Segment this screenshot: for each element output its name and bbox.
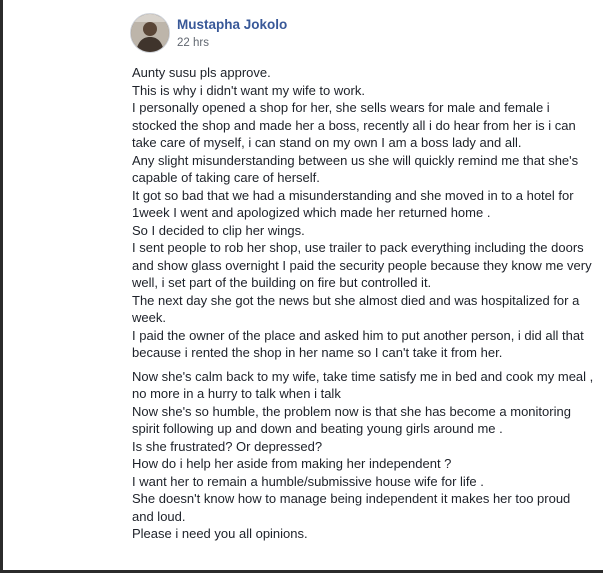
post-line: She doesn't know how to manage being ind… [132, 491, 571, 524]
post-header: Mustapha Jokolo 22 hrs [130, 13, 287, 59]
post-line: Now she's calm back to my wife, take tim… [132, 368, 594, 402]
post-line: This is why i didn't want my wife to wor… [132, 82, 365, 98]
post-line: I want her to remain a humble/submissive… [132, 473, 484, 489]
post-meta: Mustapha Jokolo 22 hrs [177, 13, 287, 51]
post-line: It got so bad that we had a misunderstan… [132, 187, 574, 221]
post-line: So I decided to clip her wings. [132, 222, 305, 238]
author-name[interactable]: Mustapha Jokolo [177, 16, 287, 33]
post-line: Any slight misunderstanding between us s… [132, 152, 579, 186]
post-line: I paid the owner of the place and asked … [132, 327, 584, 361]
profile-photo-icon [131, 14, 169, 52]
post-line: Now she's so humble, the problem now is … [132, 403, 571, 437]
post-line: Is she frustrated? Or depressed? [132, 438, 323, 454]
post-timestamp[interactable]: 22 hrs [177, 36, 287, 51]
avatar[interactable] [130, 13, 170, 53]
facebook-post: Mustapha Jokolo 22 hrs Aunty susu pls ap… [3, 0, 603, 570]
post-line: I sent people to rob her shop, use trail… [132, 240, 592, 290]
post-line: Please i need you all opinions. [132, 526, 308, 541]
post-body: Aunty susu pls approve. This is why i di… [132, 64, 594, 543]
post-line: How do i help her aside from making her … [132, 456, 452, 471]
post-line: The next day she got the news but she al… [132, 292, 580, 326]
post-line: Aunty susu pls approve. [132, 65, 271, 80]
post-line: I personally opened a shop for her, she … [132, 100, 576, 150]
